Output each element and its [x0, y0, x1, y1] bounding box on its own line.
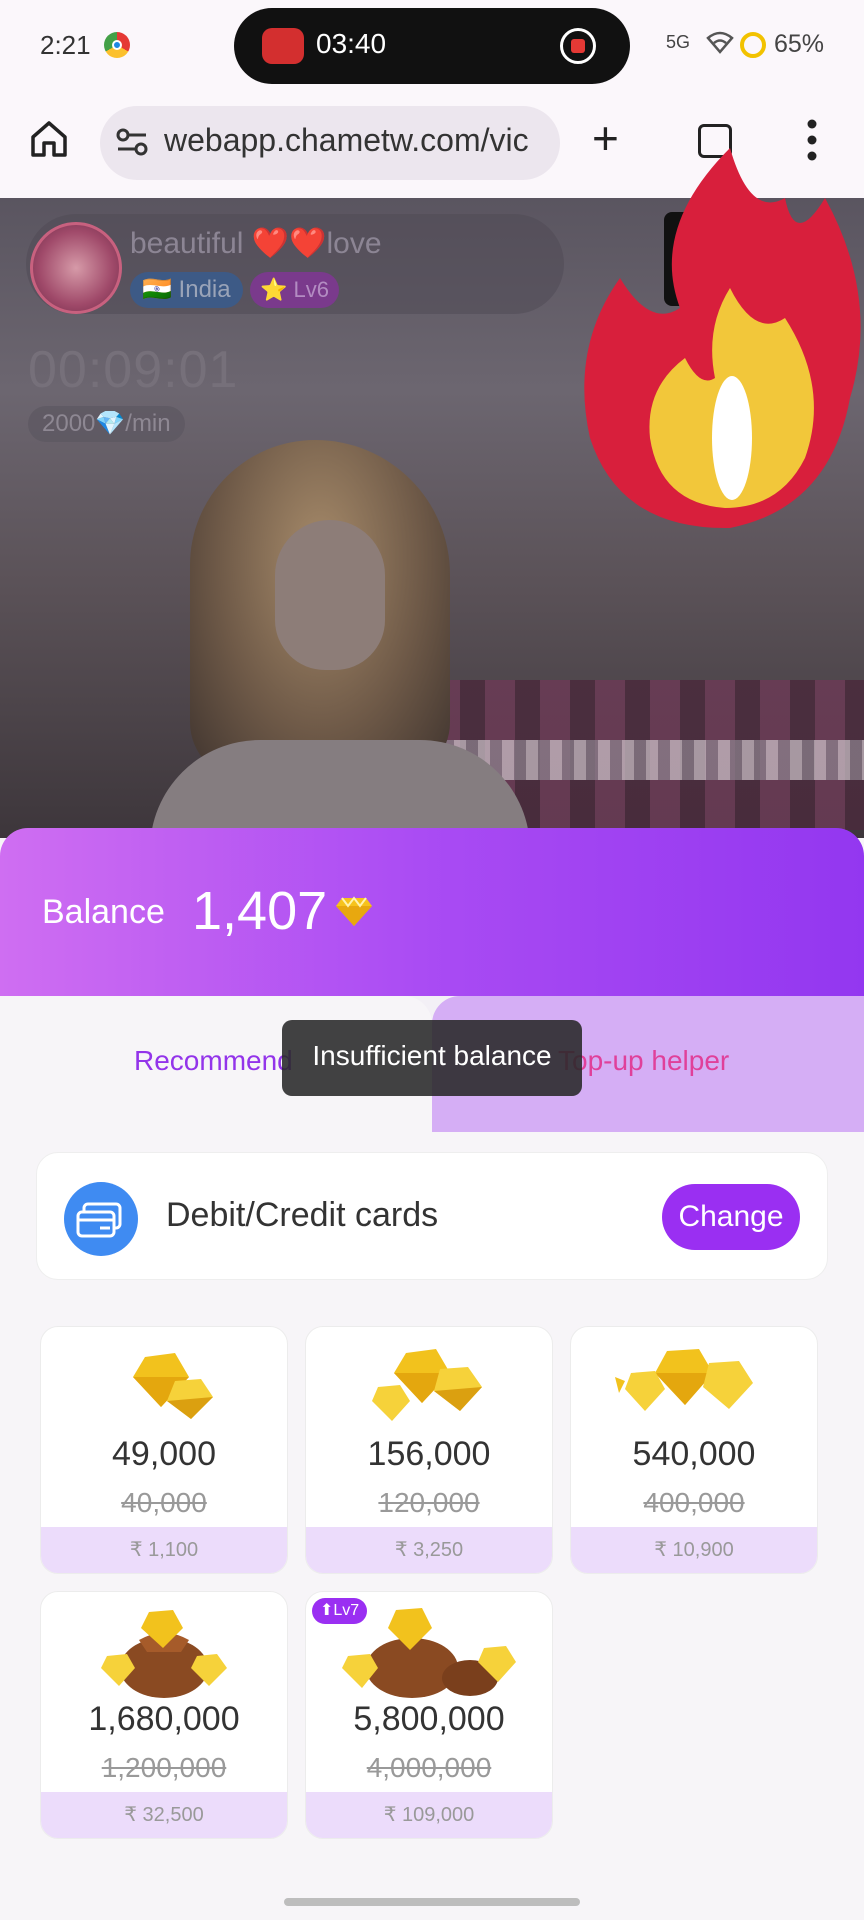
package-amount: 1,680,000	[88, 1700, 240, 1738]
package-price: ₹ 10,900	[571, 1527, 817, 1573]
toast-message: Insufficient balance	[312, 1040, 552, 1071]
package-original-amount: 400,000	[643, 1487, 745, 1518]
tab-recommend-label[interactable]: Recommend	[134, 1045, 293, 1077]
diamond-package[interactable]: ⬆Lv7 5,800,000 4,000,000 ₹ 109,000	[305, 1591, 553, 1839]
stop-recording-icon[interactable]	[560, 28, 596, 64]
package-price: ₹ 3,250	[306, 1527, 552, 1573]
host-name: beautiful ❤️❤️love	[130, 227, 382, 260]
package-price: ₹ 1,100	[41, 1527, 287, 1573]
battery-saver-icon	[740, 32, 766, 58]
recording-camera-icon	[262, 28, 304, 64]
fire-icon	[580, 138, 864, 530]
diamond-package[interactable]: 156,000 120,000 ₹ 3,250	[305, 1326, 553, 1574]
balance-label: Balance	[42, 893, 165, 931]
host-avatar[interactable]	[30, 222, 122, 314]
call-timer: 00:09:01	[28, 341, 239, 399]
package-amount: 156,000	[367, 1435, 491, 1473]
package-price: ₹ 32,500	[41, 1792, 287, 1838]
diamond-pile-icon	[615, 1349, 753, 1411]
diamond-pile-icon	[133, 1353, 213, 1419]
video-person-face	[275, 520, 385, 670]
tab-top-up-helper-label[interactable]: Top-up helper	[558, 1045, 729, 1077]
gesture-navigation-bar[interactable]	[284, 1898, 580, 1906]
signal-icon: 5G	[666, 32, 691, 52]
payment-method-label: Debit/Credit cards	[166, 1196, 439, 1234]
site-settings-icon[interactable]	[114, 124, 150, 160]
host-level-badge: ⭐ Lv6	[250, 272, 339, 308]
credit-card-icon	[64, 1182, 138, 1256]
wifi-icon	[706, 30, 734, 60]
package-amount: 49,000	[112, 1435, 216, 1473]
home-icon[interactable]	[28, 118, 70, 160]
package-price: ₹ 109,000	[306, 1792, 552, 1838]
url-text[interactable]: webapp.chametw.com/vic	[164, 122, 544, 159]
diamond-bag-icon	[101, 1610, 227, 1698]
package-original-amount: 4,000,000	[366, 1752, 492, 1783]
diamond-package[interactable]: 49,000 40,000 ₹ 1,100	[40, 1326, 288, 1574]
balance-value: 1,407	[192, 881, 328, 941]
diamond-package[interactable]: 1,680,000 1,200,000 ₹ 32,500	[40, 1591, 288, 1839]
package-original-amount: 120,000	[378, 1487, 480, 1518]
package-amount: 540,000	[632, 1435, 756, 1473]
call-rate-badge: 2000💎/min	[28, 406, 185, 442]
level-badge: ⬆Lv7	[312, 1598, 368, 1624]
diamond-icon	[334, 890, 374, 930]
host-country-badge: 🇮🇳 India	[130, 272, 243, 308]
battery-percent: 65%	[774, 30, 825, 58]
chrome-notification-icon	[104, 32, 130, 58]
recording-timer: 03:40	[316, 28, 387, 59]
package-amount: 5,800,000	[353, 1700, 505, 1738]
change-payment-button[interactable]: Change	[662, 1184, 800, 1250]
package-original-amount: 40,000	[121, 1487, 207, 1518]
diamond-pile-icon	[372, 1349, 482, 1421]
diamond-package[interactable]: 540,000 400,000 ₹ 10,900	[570, 1326, 818, 1574]
package-original-amount: 1,200,000	[101, 1752, 227, 1783]
status-time: 2:21	[40, 30, 91, 60]
